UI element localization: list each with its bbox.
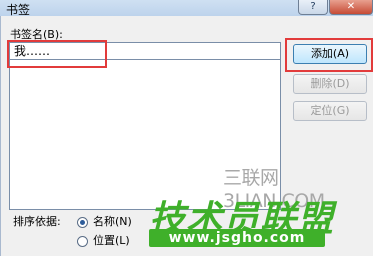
radio-checked-icon[interactable]	[77, 216, 88, 228]
sort-by-label: 排序依据:	[13, 215, 61, 228]
sort-by-name-label: 名称(N)	[93, 215, 132, 228]
sort-by-name-option[interactable]: 名称(N)	[77, 213, 132, 229]
dialog-body: 书签名(B): 我…… 添加(A) 删除(D) 定位(G) 排序依据: 名称(N…	[0, 16, 373, 256]
delete-button[interactable]: 删除(D)	[293, 74, 367, 94]
sort-by-position-label: 位置(L)	[93, 234, 130, 247]
sort-by-position-option[interactable]: 位置(L)	[77, 232, 130, 248]
add-button-highlight-box	[285, 38, 373, 72]
locate-button[interactable]: 定位(G)	[293, 101, 367, 121]
close-button[interactable]: ✕	[329, 0, 373, 15]
title-bar: 书签 ? ✕	[0, 0, 373, 17]
radio-unchecked-icon[interactable]	[77, 235, 88, 247]
input-highlight-box	[7, 40, 107, 68]
help-button[interactable]: ?	[298, 0, 328, 15]
watermark-url: www.jsgho.com	[149, 229, 325, 247]
